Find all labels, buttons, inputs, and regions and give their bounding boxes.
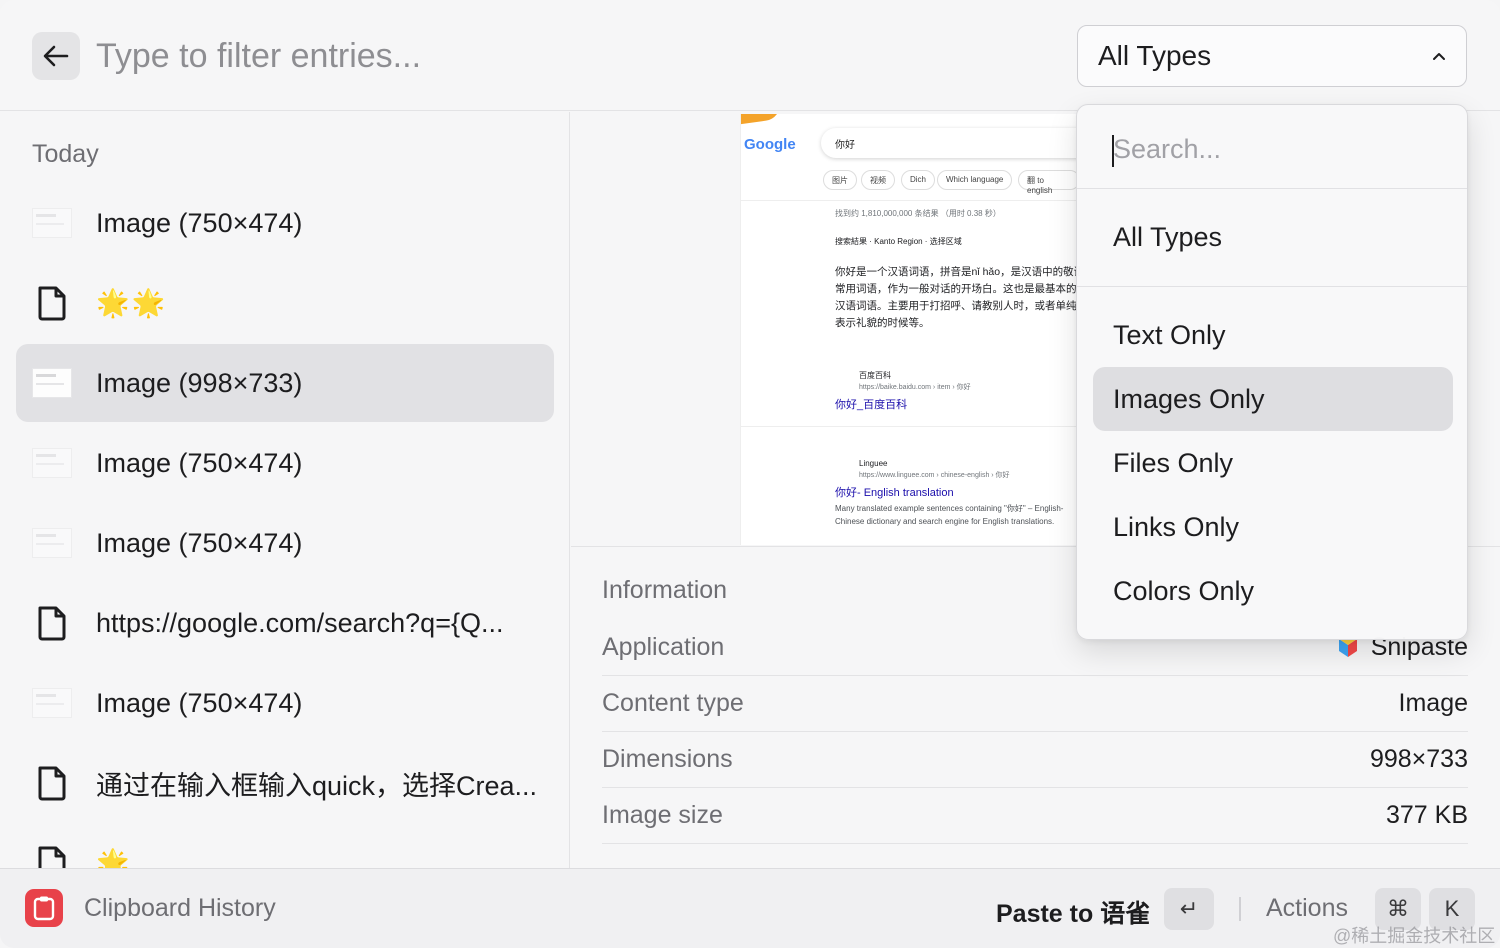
list-item-label: Image (750×474) bbox=[96, 207, 303, 238]
image-thumbnail bbox=[32, 363, 72, 403]
preview-divider bbox=[741, 426, 1080, 427]
footer-divider bbox=[1239, 897, 1241, 921]
preview-search-box: 你好 bbox=[821, 128, 1080, 158]
filter-entries-input[interactable] bbox=[96, 28, 996, 84]
preview-result1-url: https://baike.baidu.com › item › 你好 bbox=[859, 384, 971, 391]
list-item[interactable]: Image (750×474) bbox=[16, 184, 554, 262]
preview-chip: 翻 to english bbox=[1018, 170, 1080, 195]
dropdown-search-input[interactable] bbox=[1113, 129, 1433, 169]
image-preview: Google 你好 图片 视频 Dich Which language 翻 to… bbox=[740, 114, 1080, 545]
info-key: Image size bbox=[602, 801, 723, 829]
list-item[interactable]: 🌟🌟 bbox=[16, 264, 554, 342]
list-item[interactable]: Image (750×474) bbox=[16, 424, 554, 502]
list-item-label: Image (750×474) bbox=[96, 447, 303, 478]
list-item-label: 🌟 bbox=[96, 848, 132, 868]
list-item-selected[interactable]: Image (998×733) bbox=[16, 344, 554, 422]
clipboard-history-window: All Types Today Image (750×474) 🌟🌟 Image… bbox=[0, 0, 1500, 948]
option-all-types[interactable]: All Types bbox=[1093, 205, 1453, 269]
watermark: @稀土掘金技术社区 bbox=[1333, 926, 1496, 946]
list-item[interactable]: Image (750×474) bbox=[16, 664, 554, 742]
preview-chip: Dich bbox=[901, 170, 936, 190]
arrow-left-icon bbox=[43, 45, 69, 67]
info-row-content-type: Content type Image bbox=[602, 676, 1468, 732]
list-item-label: Image (750×474) bbox=[96, 527, 303, 558]
preview-decoration bbox=[741, 114, 782, 126]
preview-result2-url: https://www.linguee.com › chinese-englis… bbox=[859, 472, 1010, 479]
list-item-label: 通过在输入框输入quick，选择Crea... bbox=[96, 770, 538, 801]
preview-region: 搜索結果 · Kanto Region · 选择区域 bbox=[835, 237, 962, 246]
list-item[interactable]: 🌟 bbox=[16, 824, 554, 868]
list-item[interactable]: 通过在输入框输入quick，选择Crea... bbox=[16, 744, 554, 822]
file-icon bbox=[32, 763, 72, 803]
option-text-only[interactable]: Text Only bbox=[1093, 303, 1453, 367]
preview-result2-source: Linguee bbox=[859, 459, 888, 468]
option-colors-only[interactable]: Colors Only bbox=[1093, 559, 1453, 623]
image-thumbnail bbox=[32, 523, 72, 563]
preview-snippet: 你好是一个汉语词语，拼音是nǐ hǎo，是汉语中的敬语常用词语，作为一般对话的开… bbox=[835, 266, 1080, 329]
info-value: 377 KB bbox=[1385, 801, 1468, 829]
footer-title: Clipboard History bbox=[84, 894, 276, 922]
file-icon bbox=[32, 603, 72, 643]
preview-chip: 图片 bbox=[823, 170, 857, 190]
chevron-up-icon bbox=[1432, 51, 1446, 61]
preview-result-count: 找到约 1,810,000,000 条结果 （用时 0.38 秒） bbox=[835, 209, 1001, 218]
footer-bar: Clipboard History Paste to 语雀 ↵ Actions … bbox=[0, 868, 1500, 948]
actions-button[interactable]: Actions bbox=[1266, 894, 1348, 923]
preview-logo: Google bbox=[744, 136, 796, 153]
type-filter-dropdown: All Types Text Only Images Only Files On… bbox=[1076, 104, 1468, 640]
list-item[interactable]: Image (750×474) bbox=[16, 504, 554, 582]
back-button[interactable] bbox=[32, 32, 80, 80]
list-item-label: https://google.com/search?q={Q... bbox=[96, 607, 504, 638]
section-title: Today bbox=[32, 140, 99, 168]
preview-result2-desc: Many translated example sentences contai… bbox=[835, 504, 1064, 526]
dropdown-separator bbox=[1077, 286, 1467, 287]
preview-chip: 视频 bbox=[861, 170, 895, 190]
clipboard-app-icon bbox=[25, 889, 63, 927]
file-icon bbox=[32, 843, 72, 868]
header-bar: All Types bbox=[0, 0, 1500, 111]
info-key: Content type bbox=[602, 689, 744, 717]
list-item-label: 🌟🌟 bbox=[96, 288, 168, 318]
preview-result2-title: 你好- English translation bbox=[835, 487, 954, 499]
information-title: Information bbox=[602, 576, 728, 604]
enter-key-badge: ↵ bbox=[1164, 888, 1214, 930]
image-thumbnail bbox=[32, 443, 72, 483]
type-filter-value: All Types bbox=[1098, 40, 1212, 71]
option-links-only[interactable]: Links Only bbox=[1093, 495, 1453, 559]
image-thumbnail bbox=[32, 203, 72, 243]
preview-result1-source: 百度百科 bbox=[859, 371, 891, 380]
list-item-label: Image (998×733) bbox=[96, 367, 303, 398]
list-item-label: Image (750×474) bbox=[96, 687, 303, 718]
info-row-image-size: Image size 377 KB bbox=[602, 788, 1468, 844]
option-images-only[interactable]: Images Only bbox=[1093, 367, 1453, 431]
history-list[interactable]: Today Image (750×474) 🌟🌟 Image (998×733)… bbox=[0, 112, 570, 868]
dropdown-search bbox=[1077, 105, 1467, 189]
list-item[interactable]: https://google.com/search?q={Q... bbox=[16, 584, 554, 662]
file-icon bbox=[32, 283, 72, 323]
info-row-dimensions: Dimensions 998×733 bbox=[602, 732, 1468, 788]
option-files-only[interactable]: Files Only bbox=[1093, 431, 1453, 495]
paste-action-button[interactable]: Paste to 语雀 bbox=[996, 894, 1150, 930]
info-key: Dimensions bbox=[602, 745, 733, 773]
image-thumbnail bbox=[32, 683, 72, 723]
preview-chip: Which language bbox=[937, 170, 1013, 190]
preview-divider bbox=[741, 200, 1080, 201]
type-filter-select[interactable]: All Types bbox=[1077, 25, 1467, 87]
info-value: Image bbox=[1398, 689, 1468, 717]
info-key: Application bbox=[602, 633, 725, 661]
preview-result1-title: 你好_百度百科 bbox=[835, 399, 908, 411]
info-value: 998×733 bbox=[1369, 745, 1468, 773]
